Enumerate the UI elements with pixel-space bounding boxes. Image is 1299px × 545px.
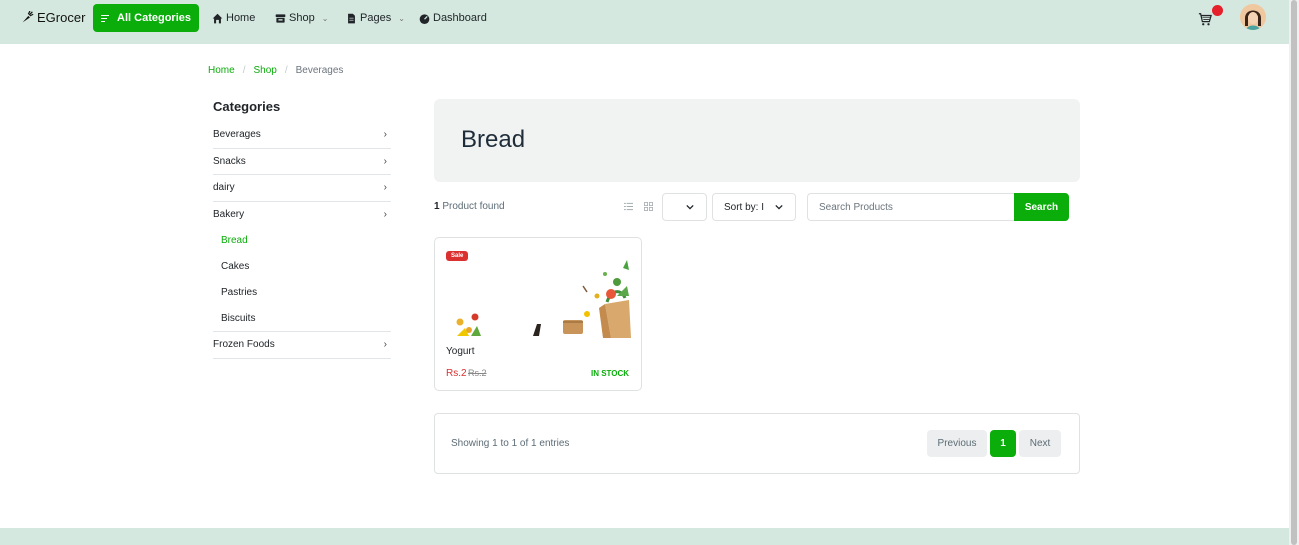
category-label: Beverages	[213, 129, 261, 140]
product-card[interactable]: Sale Yogurt Rs.2 Rs.2 IN STOCK	[434, 237, 642, 391]
chevron-down-icon: ⌄	[398, 13, 405, 23]
product-price: Rs.2	[446, 368, 467, 379]
product-name[interactable]: Yogurt	[446, 346, 475, 357]
carrot-icon	[22, 11, 34, 23]
divider	[213, 174, 391, 175]
search-input[interactable]	[807, 193, 1015, 221]
cart-badge	[1212, 5, 1223, 16]
divider	[213, 148, 391, 149]
avatar[interactable]	[1240, 4, 1266, 30]
chevron-right-icon: ›	[383, 129, 387, 140]
breadcrumb-current: Beverages	[295, 65, 344, 76]
chevron-down-icon	[775, 204, 783, 210]
category-label: dairy	[213, 182, 235, 193]
sidebar-title: Categories	[213, 99, 281, 114]
subcategory-bread[interactable]: Bread	[221, 235, 248, 246]
product-count: 1 Product found	[434, 201, 505, 212]
show-count-select[interactable]	[662, 193, 707, 221]
scrollbar-thumb[interactable]	[1291, 0, 1297, 545]
breadcrumb: Home / Shop / Beverages	[208, 65, 343, 76]
product-count-label: Product found	[439, 201, 505, 212]
breadcrumb-separator: /	[242, 65, 246, 76]
brand-logo[interactable]: EGrocer	[21, 10, 85, 25]
nav-shop[interactable]: Shop ⌄	[275, 12, 328, 24]
pagination-panel: Showing 1 to 1 of 1 entries Previous 1 N…	[434, 413, 1080, 474]
breadcrumb-separator: /	[284, 65, 288, 76]
brand-name: EGrocer	[37, 10, 86, 25]
nav-home-label: Home	[226, 12, 256, 24]
category-label: Snacks	[213, 156, 246, 167]
nav-home[interactable]: Home	[212, 12, 255, 24]
category-banner: Bread	[434, 99, 1080, 182]
user-avatar-image	[1240, 4, 1266, 30]
divider	[213, 358, 391, 359]
sort-select[interactable]: Sort by: I	[712, 193, 796, 221]
cart-icon[interactable]	[1198, 12, 1212, 26]
category-snacks[interactable]: Snacks ›	[213, 156, 391, 167]
pagination-info: Showing 1 to 1 of 1 entries	[451, 438, 570, 449]
category-beverages[interactable]: Beverages ›	[213, 129, 391, 140]
next-button[interactable]: Next	[1019, 430, 1061, 457]
breadcrumb-home[interactable]: Home	[208, 65, 235, 76]
nav-pages-label: Pages	[360, 12, 392, 24]
search-button[interactable]: Search	[1014, 193, 1069, 221]
chevron-down-icon	[686, 204, 694, 210]
page-1-button[interactable]: 1	[990, 430, 1016, 457]
chevron-right-icon: ›	[383, 209, 387, 220]
nav-shop-label: Shop	[289, 12, 315, 24]
list-view-icon[interactable]	[624, 202, 633, 211]
category-dairy[interactable]: dairy ›	[213, 182, 391, 193]
page-title: Bread	[461, 126, 526, 153]
chevron-right-icon: ›	[383, 182, 387, 193]
nav-pages[interactable]: Pages ⌄	[346, 12, 405, 24]
all-categories-label: All Categories	[117, 12, 191, 24]
file-icon	[348, 13, 355, 23]
gauge-icon	[419, 13, 430, 24]
previous-button[interactable]: Previous	[927, 430, 987, 457]
divider	[213, 331, 391, 332]
subcategory-biscuits[interactable]: Biscuits	[221, 313, 255, 324]
vertical-scrollbar[interactable]	[1289, 0, 1299, 545]
nav-dashboard[interactable]: Dashboard	[419, 12, 487, 24]
divider	[213, 201, 391, 202]
menu-lines-icon	[101, 14, 110, 22]
product-old-price: Rs.2	[468, 368, 487, 378]
store-icon	[275, 13, 286, 23]
nav-dashboard-label: Dashboard	[433, 12, 487, 24]
category-label: Bakery	[213, 209, 245, 220]
sort-select-value: Sort by: I	[724, 202, 765, 213]
top-navbar: EGrocer All Categories Home Shop ⌄ Pages…	[0, 0, 1289, 44]
chevron-right-icon: ›	[383, 156, 387, 167]
all-categories-button[interactable]: All Categories	[93, 4, 199, 32]
home-icon	[212, 13, 223, 23]
subcategory-cakes[interactable]: Cakes	[221, 261, 249, 272]
stock-status: IN STOCK	[591, 369, 630, 378]
category-label: Frozen Foods	[213, 339, 275, 350]
chevron-right-icon: ›	[383, 339, 387, 350]
grid-view-icon[interactable]	[644, 202, 653, 211]
footer	[0, 528, 1289, 545]
breadcrumb-shop[interactable]: Shop	[253, 65, 276, 76]
chevron-down-icon: ⌄	[321, 13, 329, 23]
product-image	[456, 260, 631, 338]
category-bakery[interactable]: Bakery ›	[213, 209, 391, 220]
sale-badge: Sale	[446, 251, 469, 261]
category-frozen-foods[interactable]: Frozen Foods ›	[213, 339, 391, 350]
subcategory-pastries[interactable]: Pastries	[221, 287, 257, 298]
